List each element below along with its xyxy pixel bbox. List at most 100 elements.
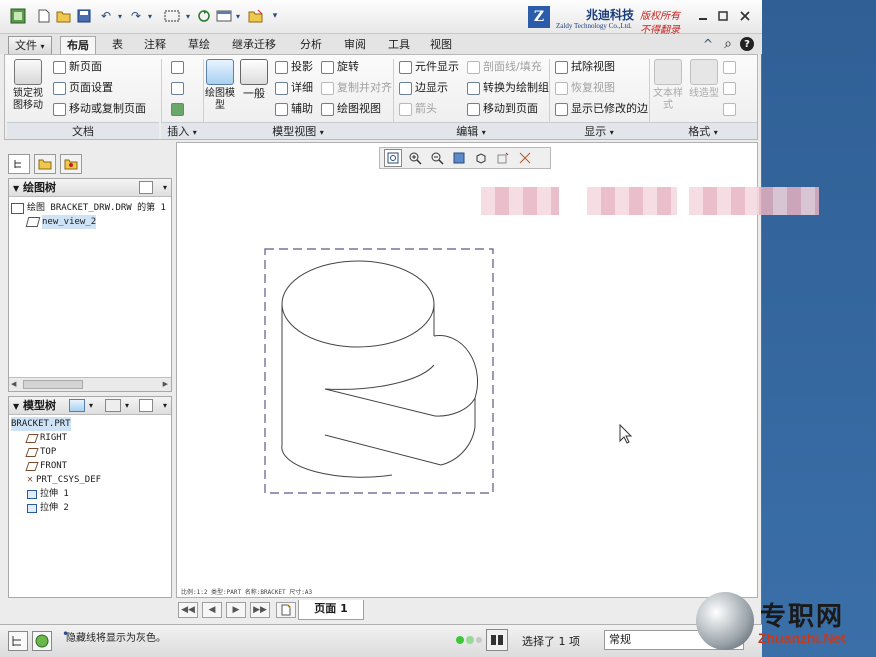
redo-dropdown-icon[interactable]: ▾: [146, 8, 154, 24]
format-option-2-button[interactable]: [723, 80, 736, 96]
model-tree-tab-icon[interactable]: [8, 154, 30, 174]
drawing-tree-root[interactable]: 绘图 BRACKET_DRW.DRW 的第 1: [9, 201, 171, 215]
model-tree-root[interactable]: BRACKET.PRT: [9, 417, 171, 431]
format-option-1-button[interactable]: [723, 59, 736, 75]
graphics-area[interactable]: 比例:1:2 类型:PART 名称:BRACKET 尺寸:A3: [176, 142, 819, 598]
scroll-left-icon[interactable]: ◀: [11, 380, 16, 388]
group-format[interactable]: 格式 ▾: [649, 122, 757, 139]
model-tree-item[interactable]: FRONT: [9, 459, 171, 473]
group-insert[interactable]: 插入 ▾: [161, 122, 203, 139]
model-tree-item[interactable]: 拉伸 1: [9, 487, 171, 501]
undo-icon[interactable]: ↶: [98, 8, 114, 24]
new-file-icon[interactable]: [36, 8, 52, 24]
group-display[interactable]: 显示 ▾: [549, 122, 649, 139]
help-icon[interactable]: ?: [740, 37, 754, 51]
tab-review[interactable]: 审阅: [338, 36, 372, 54]
saved-orientations-icon[interactable]: [494, 149, 512, 167]
drawing-tree-view-item[interactable]: new_view_2: [9, 215, 171, 229]
show-icon[interactable]: [69, 399, 85, 412]
tree-settings-dropdown-icon[interactable]: ▾: [163, 179, 167, 197]
model-tree-item[interactable]: ✕ PRT_CSYS_DEF: [9, 473, 171, 487]
show-modified-edges-button[interactable]: 显示已修改的边: [555, 101, 648, 117]
undo-dropdown-icon[interactable]: ▾: [116, 8, 124, 24]
display-style-icon[interactable]: [472, 149, 490, 167]
tab-analysis[interactable]: 分析: [294, 36, 328, 54]
insert-image-button[interactable]: [171, 101, 184, 117]
tab-legacy-migration[interactable]: 继承迁移: [226, 36, 282, 54]
format-option-3-button[interactable]: [723, 101, 736, 117]
auxiliary-button[interactable]: 辅助: [275, 101, 313, 117]
tools-dropdown-icon[interactable]: ▾: [125, 397, 129, 415]
tab-tools[interactable]: 工具: [382, 36, 416, 54]
tab-annotate[interactable]: 注释: [138, 36, 172, 54]
tab-sketch[interactable]: 草绘: [182, 36, 216, 54]
next-page-icon[interactable]: ▶: [226, 602, 246, 618]
drawing-model-button[interactable]: 绘图模型: [205, 59, 235, 112]
group-edit[interactable]: 编辑 ▾: [393, 122, 549, 139]
zoom-in-icon[interactable]: [406, 149, 424, 167]
tree-settings-icon[interactable]: [139, 399, 153, 412]
maximize-button[interactable]: [714, 8, 732, 24]
element-display-button[interactable]: 元件显示: [399, 59, 459, 75]
zoom-out-icon[interactable]: [428, 149, 446, 167]
tree-settings-dropdown-icon[interactable]: ▾: [163, 397, 167, 415]
collapse-arrow-icon[interactable]: ▼: [13, 402, 19, 411]
collapse-arrow-icon[interactable]: ▼: [13, 184, 19, 193]
close-window-icon[interactable]: [248, 8, 264, 24]
insert-object-button[interactable]: [171, 80, 184, 96]
model-tree-item[interactable]: TOP: [9, 445, 171, 459]
navigator-toggle-icon[interactable]: [8, 631, 28, 651]
collapse-ribbon-icon[interactable]: ^: [700, 36, 716, 52]
windows-icon[interactable]: [216, 8, 232, 24]
browser-toggle-icon[interactable]: [32, 631, 52, 651]
page-tab-1[interactable]: 页面 1: [298, 600, 364, 620]
erase-view-button[interactable]: 拭除视图: [555, 59, 615, 75]
tree-settings-icon[interactable]: [139, 181, 153, 194]
lock-view-button[interactable]: 锁定视图移动: [9, 59, 47, 112]
convert-draw-group-button[interactable]: 转换为绘制组: [467, 80, 549, 96]
tab-layout[interactable]: 布局: [60, 36, 96, 54]
edge-display-button[interactable]: 边显示: [399, 80, 448, 96]
drawing-tree-scrollbar[interactable]: ◀ ▶: [9, 377, 171, 391]
group-model-views[interactable]: 模型视图 ▾: [203, 122, 393, 139]
copy-align-button[interactable]: 复制并对齐: [321, 80, 392, 96]
tab-view[interactable]: 视图: [424, 36, 458, 54]
previous-page-icon[interactable]: ◀: [202, 602, 222, 618]
folder-browser-tab-icon[interactable]: [34, 154, 56, 174]
drawing-view-button[interactable]: 绘图视图: [321, 101, 381, 117]
line-style-button[interactable]: 线造型: [689, 59, 719, 100]
text-style-button[interactable]: 文本样式: [653, 59, 683, 112]
arrow-button[interactable]: 箭头: [399, 101, 437, 117]
section-fill-button[interactable]: 剖面线/填充: [467, 59, 542, 75]
scrollbar-thumb[interactable]: [23, 380, 83, 389]
search-icon[interactable]: ⌕: [720, 36, 736, 52]
minimize-button[interactable]: [694, 8, 712, 24]
insert-chart-button[interactable]: [171, 59, 184, 75]
revolve-button[interactable]: 旋转: [321, 59, 359, 75]
detail-button[interactable]: 详细: [275, 80, 313, 96]
tools-icon[interactable]: [105, 399, 121, 412]
model-tree-item[interactable]: 拉伸 2: [9, 501, 171, 515]
new-page-button[interactable]: 新页面: [53, 59, 102, 75]
last-page-icon[interactable]: ▶▶: [250, 602, 270, 618]
general-view-button[interactable]: 一般: [239, 59, 269, 100]
datum-display-icon[interactable]: [516, 149, 534, 167]
windows-dropdown-icon[interactable]: ▾: [234, 8, 242, 24]
new-page-tab-icon[interactable]: [276, 602, 296, 618]
close-button[interactable]: [736, 8, 754, 24]
projection-button[interactable]: 投影: [275, 59, 313, 75]
move-copy-page-button[interactable]: 移动或复制页面: [53, 101, 146, 117]
select-box-icon[interactable]: [162, 8, 182, 24]
customize-toolbar-icon[interactable]: ▾: [270, 8, 280, 24]
first-page-icon[interactable]: ◀◀: [178, 602, 198, 618]
favorites-tab-icon[interactable]: [60, 154, 82, 174]
open-folder-icon[interactable]: [56, 8, 72, 24]
tab-file[interactable]: 文件 ▾: [8, 36, 52, 54]
repaint-icon[interactable]: [450, 149, 468, 167]
select-dropdown-icon[interactable]: ▾: [184, 8, 192, 24]
find-icon[interactable]: [486, 629, 508, 651]
regenerate-icon[interactable]: [196, 8, 212, 24]
redo-icon[interactable]: ↷: [128, 8, 144, 24]
refit-icon[interactable]: [384, 149, 402, 167]
restore-view-button[interactable]: 恢复视图: [555, 80, 615, 96]
